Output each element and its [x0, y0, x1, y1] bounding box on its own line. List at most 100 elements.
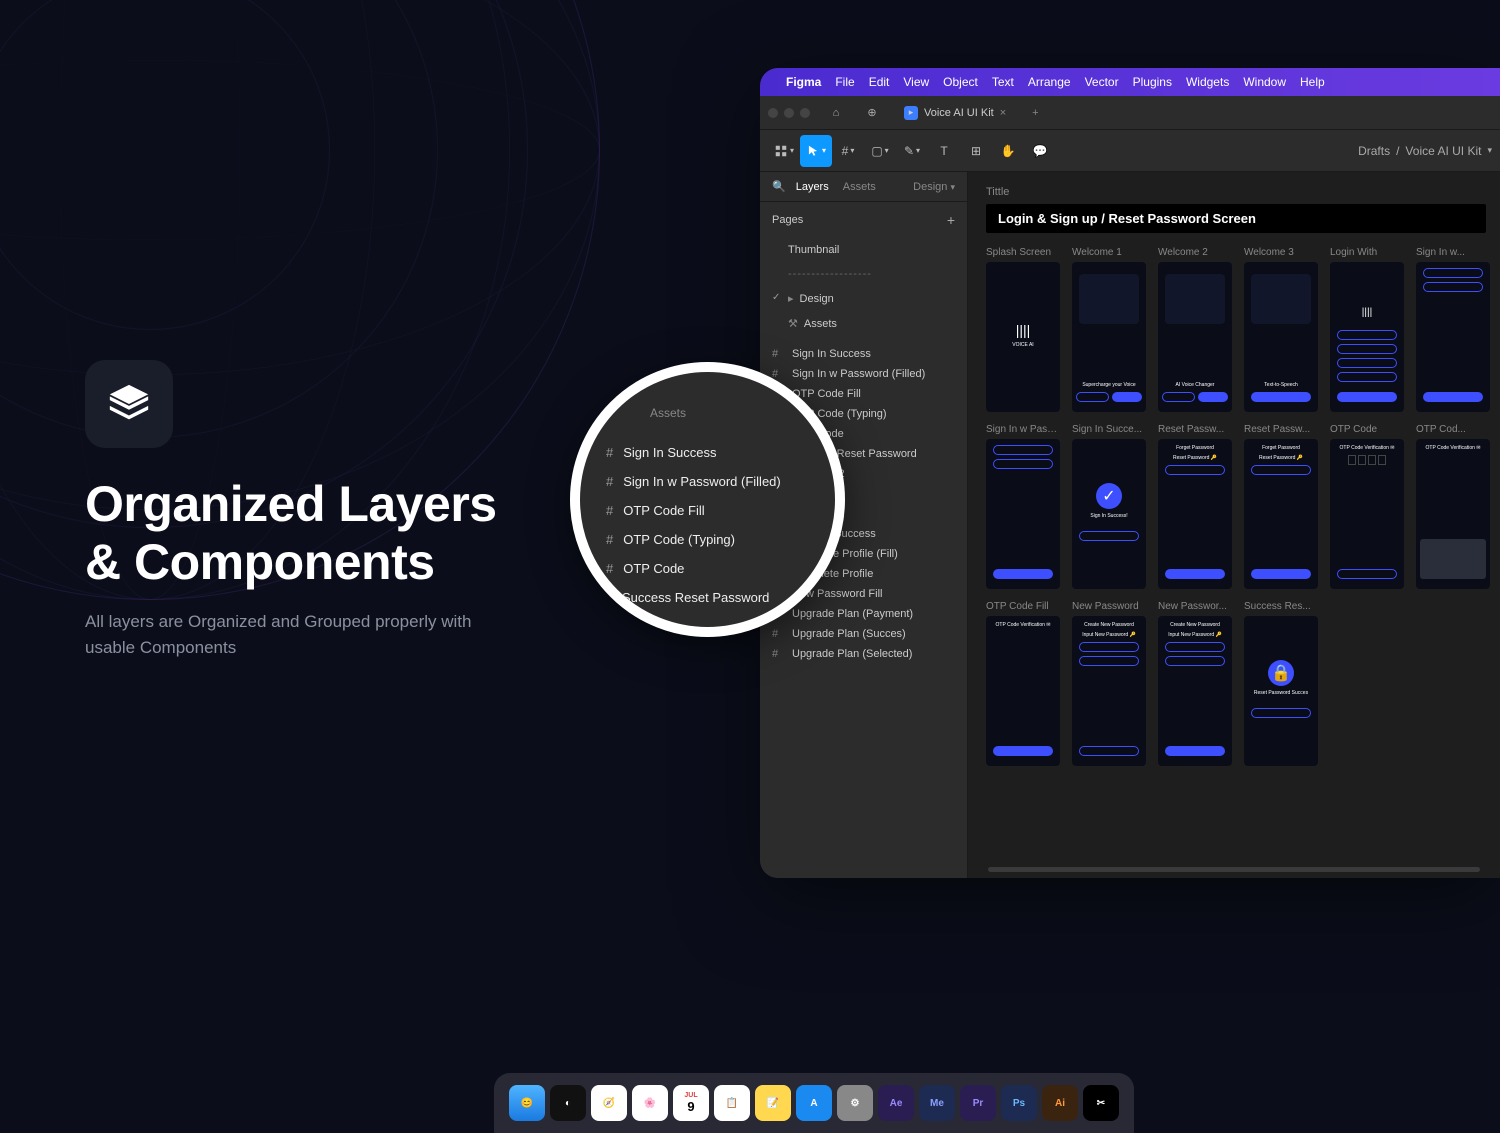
dock-capcut[interactable]: ✂	[1083, 1085, 1119, 1121]
file-tab-title: Voice AI UI Kit	[924, 107, 994, 119]
mag-layer-item[interactable]: Success Reset Password	[602, 583, 823, 612]
layer-item[interactable]: #Sign In w Password (Filled)	[760, 364, 967, 384]
community-button[interactable]: ⊕	[858, 106, 886, 119]
artboard[interactable]: Sign In Succe... ✓ Sign In Success!	[1072, 424, 1146, 589]
tab-design[interactable]: Design ▾	[913, 181, 955, 193]
dock-premiere[interactable]: Pr	[960, 1085, 996, 1121]
menu-view[interactable]: View	[903, 75, 929, 89]
promo-heading: Organized Layers & Components	[85, 476, 525, 591]
dock-photos[interactable]: 🌸	[632, 1085, 668, 1121]
figma-canvas[interactable]: Tittle Login & Sign up / Reset Password …	[968, 172, 1500, 878]
layers-icon	[106, 381, 152, 427]
comment-tool[interactable]: 💬	[1024, 135, 1056, 167]
breadcrumb: Drafts / Voice AI UI Kit ▾	[1358, 144, 1492, 158]
pages-header: Pages +	[760, 202, 967, 238]
menu-help[interactable]: Help	[1300, 75, 1325, 89]
magnifier-overlay: Assets #Sign In Success #Sign In w Passw…	[570, 362, 845, 637]
menu-text[interactable]: Text	[992, 75, 1014, 89]
artboard[interactable]: Welcome 1 Supercharge your Voice	[1072, 247, 1146, 412]
macos-menubar: Figma File Edit View Object Text Arrange…	[760, 68, 1500, 96]
app-name-menu[interactable]: Figma	[786, 75, 821, 89]
menu-file[interactable]: File	[835, 75, 854, 89]
close-tab-icon[interactable]: ×	[1000, 107, 1006, 119]
page-assets[interactable]: ⚒Assets	[760, 311, 967, 336]
artboard[interactable]: New Password Create New PasswordInput Ne…	[1072, 601, 1146, 766]
home-button[interactable]: ⌂	[822, 107, 850, 119]
layer-item[interactable]: #Upgrade Plan (Selected)	[760, 644, 967, 664]
menu-plugins[interactable]: Plugins	[1133, 75, 1172, 89]
sidebar-tabs: 🔍 Layers Assets Design ▾	[760, 172, 967, 202]
window-controls[interactable]	[768, 108, 810, 118]
artboard[interactable]: OTP Code Fill OTP Code Verification ✉	[986, 601, 1060, 766]
tab-layers[interactable]: Layers	[796, 181, 829, 193]
menu-arrange[interactable]: Arrange	[1028, 75, 1071, 89]
section-tag: Tittle	[986, 186, 1500, 198]
artboard[interactable]: Welcome 3 Text-to-Speech	[1244, 247, 1318, 412]
artboard-grid: Splash Screen |||| VOICE AI Welcome 1 Su…	[986, 247, 1500, 766]
magnifier-tab-assets: Assets	[602, 406, 823, 420]
promo-block: Organized Layers & Components All layers…	[85, 360, 525, 660]
page-thumbnail[interactable]: Thumbnail	[760, 238, 967, 262]
mag-layer-item[interactable]: #Sign In w Password (Filled)	[602, 467, 823, 496]
mag-layer-item[interactable]: #Sign In Success	[602, 438, 823, 467]
breadcrumb-file[interactable]: Voice AI UI Kit	[1405, 144, 1481, 158]
dock-safari[interactable]: 🧭	[591, 1085, 627, 1121]
menu-object[interactable]: Object	[943, 75, 978, 89]
frame-tool[interactable]: #▾	[832, 135, 864, 167]
dock-illustrator[interactable]: Ai	[1042, 1085, 1078, 1121]
page-design[interactable]: ▸Design	[760, 286, 967, 311]
resources-tool[interactable]: ⊞	[960, 135, 992, 167]
artboard[interactable]: OTP Code OTP Code Verification ✉	[1330, 424, 1404, 589]
layers-badge	[85, 360, 173, 448]
pen-tool[interactable]: ✎▾	[896, 135, 928, 167]
mag-layer-item[interactable]: #OTP Code (Typing)	[602, 525, 823, 554]
dock-settings[interactable]: ⚙	[837, 1085, 873, 1121]
dock-finder[interactable]: 😊	[509, 1085, 545, 1121]
artboard[interactable]: Login With ||||	[1330, 247, 1404, 412]
file-tab[interactable]: ▸ Voice AI UI Kit ×	[894, 104, 1016, 122]
hand-tool[interactable]: ✋	[992, 135, 1024, 167]
figma-window: Figma File Edit View Object Text Arrange…	[760, 68, 1500, 878]
dock-aftereffects[interactable]: Ae	[878, 1085, 914, 1121]
artboard[interactable]: Reset Passw... Forget PasswordReset Pass…	[1244, 424, 1318, 589]
artboard[interactable]: Splash Screen |||| VOICE AI	[986, 247, 1060, 412]
page-divider[interactable]: ------------------	[760, 262, 967, 286]
shape-tool[interactable]: ▢▾	[864, 135, 896, 167]
tab-assets[interactable]: Assets	[843, 181, 876, 193]
chevron-down-icon[interactable]: ▾	[1487, 145, 1492, 156]
artboard[interactable]: Sign In w...	[1416, 247, 1490, 412]
dock-notes[interactable]: 📝	[755, 1085, 791, 1121]
chevron-down-icon: ▾	[950, 182, 955, 192]
main-menu-button[interactable]: ▾	[768, 135, 800, 167]
menu-edit[interactable]: Edit	[869, 75, 890, 89]
artboard[interactable]: Sign In w Pass...	[986, 424, 1060, 589]
new-tab-button[interactable]: +	[1024, 107, 1046, 119]
menu-widgets[interactable]: Widgets	[1186, 75, 1229, 89]
breadcrumb-drafts[interactable]: Drafts	[1358, 144, 1390, 158]
dock-photoshop[interactable]: Ps	[1001, 1085, 1037, 1121]
dock-reminders[interactable]: 📋	[714, 1085, 750, 1121]
artboard[interactable]: Welcome 2 AI Voice Changer	[1158, 247, 1232, 412]
horizontal-scrollbar[interactable]	[988, 867, 1480, 872]
menu-vector[interactable]: Vector	[1085, 75, 1119, 89]
layer-item[interactable]: #Upgrade Plan (Succes)	[760, 624, 967, 644]
add-page-button[interactable]: +	[947, 212, 955, 228]
search-icon[interactable]: 🔍	[772, 180, 786, 193]
dock-mediaencoder[interactable]: Me	[919, 1085, 955, 1121]
artboard[interactable]: Success Res... 🔒 Reset Password Succes	[1244, 601, 1318, 766]
pages-label: Pages	[772, 214, 803, 226]
artboard[interactable]: Reset Passw... Forget PasswordReset Pass…	[1158, 424, 1232, 589]
figma-tabbar: ⌂ ⊕ ▸ Voice AI UI Kit × +	[760, 96, 1500, 130]
dock-appstore[interactable]: A	[796, 1085, 832, 1121]
menu-window[interactable]: Window	[1243, 75, 1286, 89]
artboard[interactable]: OTP Cod... OTP Code Verification ✉	[1416, 424, 1490, 589]
artboard[interactable]: New Passwor... Create New PasswordInput …	[1158, 601, 1232, 766]
mag-layer-item[interactable]: #OTP Code	[602, 554, 823, 583]
layer-item[interactable]: #Sign In Success	[760, 344, 967, 364]
text-tool[interactable]: T	[928, 135, 960, 167]
figma-toolbar: ▾ ▾ #▾ ▢▾ ✎▾ T ⊞ ✋ 💬 Drafts / Voice AI U…	[760, 130, 1500, 172]
mag-layer-item[interactable]: #OTP Code Fill	[602, 496, 823, 525]
dock-calendar[interactable]: JUL9	[673, 1085, 709, 1121]
dock-siri[interactable]: ◐	[550, 1085, 586, 1121]
move-tool[interactable]: ▾	[800, 135, 832, 167]
